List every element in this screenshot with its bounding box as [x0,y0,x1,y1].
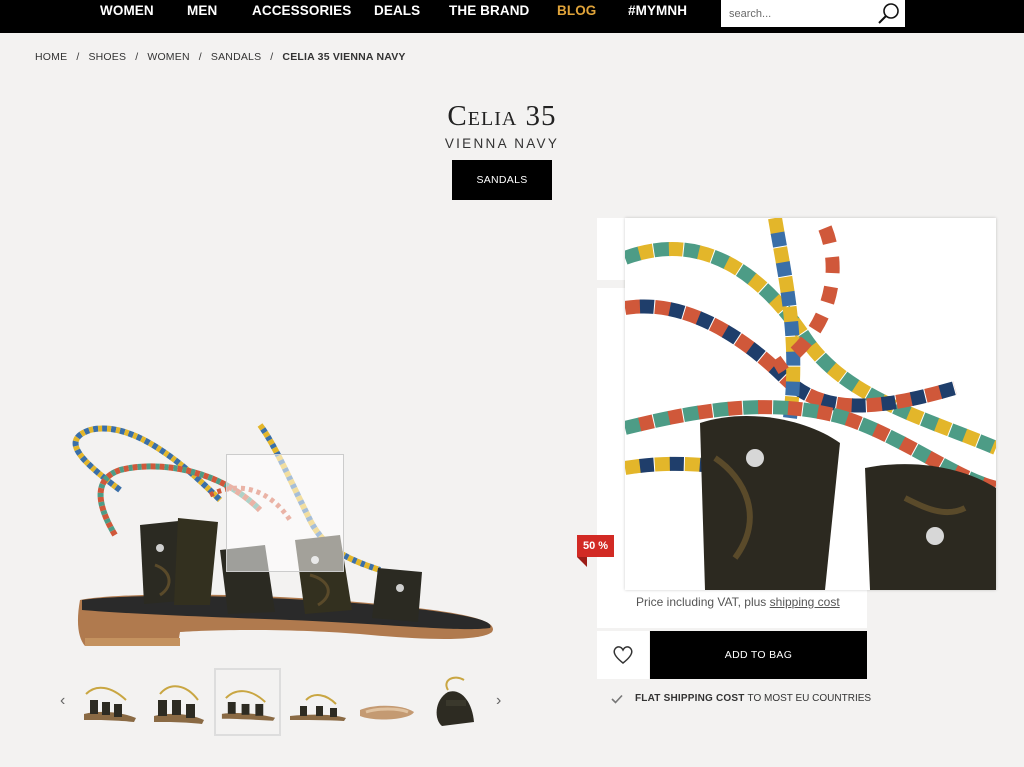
breadcrumb-women[interactable]: WOMEN [147,51,189,63]
thumbnail-1[interactable] [76,670,140,734]
thumbnail-3[interactable] [214,668,281,736]
breadcrumb-separator: / [76,51,80,63]
shipping-info: FLAT SHIPPING COST TO MOST EU COUNTRIES [611,693,871,704]
breadcrumb-shoes[interactable]: SHOES [88,51,126,63]
shipping-cost-link[interactable]: shipping cost [770,595,840,609]
thumbnail-2[interactable] [146,670,210,734]
discount-badge: 50 % [577,535,614,557]
zoom-preview [625,218,996,590]
wishlist-button[interactable] [597,631,649,679]
breadcrumb-separator: / [270,51,274,63]
shipping-bold-text: FLAT SHIPPING COST [635,693,745,704]
nav-accessories[interactable]: ACCESSORIES [252,3,351,18]
search-icon[interactable] [874,1,902,26]
nav-women[interactable]: WOMEN [100,3,154,18]
breadcrumb-separator: / [198,51,202,63]
badge-fold [577,557,587,567]
check-icon [611,694,623,704]
breadcrumb-separator: / [135,51,139,63]
add-to-bag-button[interactable]: ADD TO BAG [650,631,867,679]
vat-note: Price including VAT, plus shipping cost [636,595,840,609]
thumbnail-4[interactable] [286,670,350,734]
breadcrumb-sandals[interactable]: SANDALS [211,51,261,63]
nav-blog[interactable]: BLOG [557,3,596,18]
nav-mymnh[interactable]: #MYMNH [628,3,687,18]
shipping-rest-text: TO MOST EU COUNTRIES [747,693,872,704]
nav-deals[interactable]: DEALS [374,3,420,18]
zoom-lens[interactable] [226,454,344,572]
product-title: Celia 35 [447,100,557,132]
breadcrumb-current: CELIA 35 VIENNA NAVY [282,51,406,63]
heart-icon [613,646,633,664]
vat-text: Price including VAT, plus [636,595,767,609]
search-input[interactable] [729,5,869,22]
thumbnail-6[interactable] [424,670,488,734]
nav-men[interactable]: MEN [187,3,217,18]
thumbnail-5[interactable] [354,670,418,734]
top-nav: WOMEN MEN ACCESSORIES DEALS THE BRAND BL… [0,0,1024,33]
breadcrumb: HOME / SHOES / WOMEN / SANDALS / CELIA 35 VIENNA… [35,51,406,63]
chevron-right-icon[interactable]: › [496,692,501,710]
zoomed-product-image [625,218,996,590]
chevron-left-icon[interactable]: ‹ [60,692,65,710]
product-color-name: VIENNA NAVY [444,136,560,151]
breadcrumb-home[interactable]: HOME [35,51,67,63]
nav-the-brand[interactable]: THE BRAND [449,3,529,18]
thumbnail-strip [597,218,627,280]
category-button[interactable]: SANDALS [452,160,552,200]
